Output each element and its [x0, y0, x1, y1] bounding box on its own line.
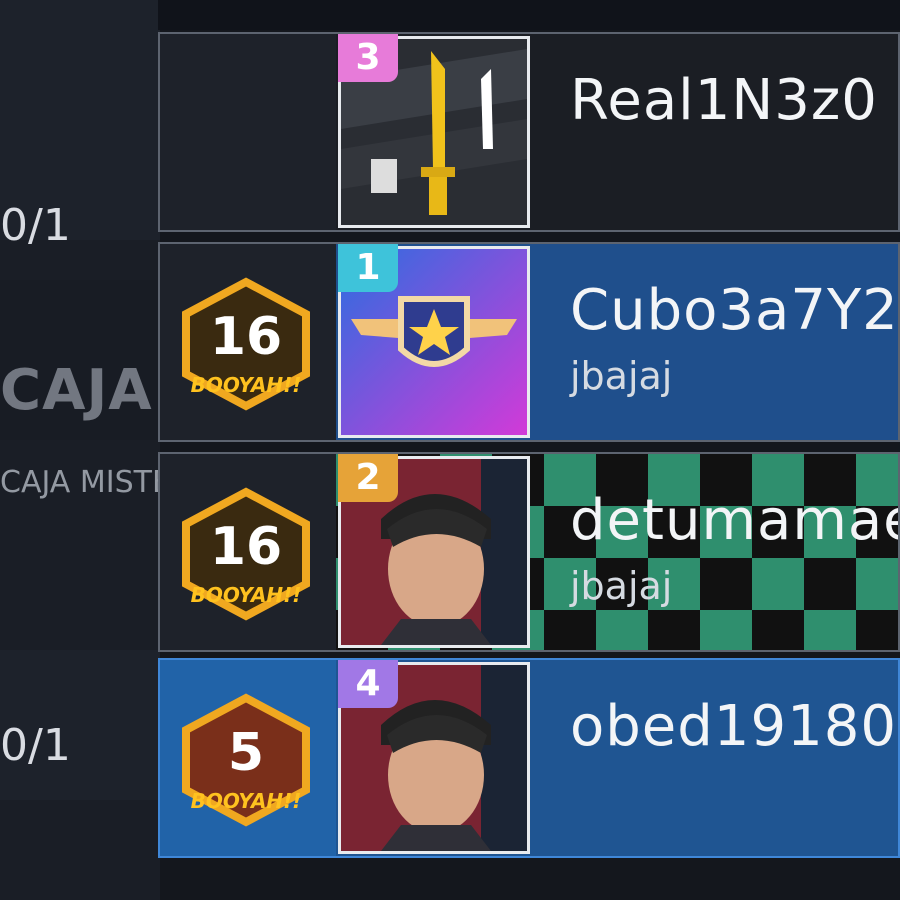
- stat-top-value: 0/1: [0, 200, 71, 251]
- player-name: Real1N3z0: [570, 68, 878, 133]
- booyah-count: 5: [228, 723, 264, 783]
- booyah-emblem-icon: 5 BOOYAH!!: [182, 693, 310, 827]
- booyah-emblem-icon: 16 BOOYAH!!: [182, 487, 310, 621]
- position-tag: 4: [338, 660, 398, 708]
- stat-bottom-value: 0/1: [0, 720, 71, 771]
- player-guild: jbajaj: [570, 564, 673, 608]
- left-panel: 0/1 0/1: [0, 0, 160, 900]
- player-row[interactable]: 5 BOOYAH!! 4 obed1918035: [158, 658, 900, 858]
- booyah-label: BOOYAH!!: [191, 789, 302, 813]
- player-row[interactable]: 16 BOOYAH!! 1 Cubo3a7Y2l5 jbajaj: [158, 242, 900, 442]
- rank-cell: 16 BOOYAH!!: [160, 454, 336, 650]
- player-row[interactable]: 3 Real1N3z0: [158, 32, 900, 232]
- booyah-badge: 5 BOOYAH!!: [170, 690, 322, 830]
- booyah-count: 16: [210, 517, 282, 577]
- player-row[interactable]: 16 BOOYAH!! 2 detumamaer jbajaj: [158, 452, 900, 652]
- top-bar: [158, 0, 900, 30]
- booyah-emblem-icon: 16 BOOYAH!!: [182, 277, 310, 411]
- player-name: detumamaer: [570, 488, 898, 553]
- rank-cell: 5 BOOYAH!!: [160, 660, 336, 856]
- booyah-label: BOOYAH!!: [191, 373, 302, 397]
- rank-cell: 16 BOOYAH!!: [160, 244, 336, 440]
- rank-cell: [160, 34, 336, 230]
- player-name: Cubo3a7Y2l5: [570, 278, 899, 343]
- position-tag: 2: [338, 454, 398, 502]
- player-guild: jbajaj: [570, 354, 673, 398]
- booyah-badge: 16 BOOYAH!!: [170, 484, 322, 624]
- position-tag: 3: [338, 34, 398, 82]
- booyah-label: BOOYAH!!: [191, 583, 302, 607]
- player-name: obed1918035: [570, 694, 898, 759]
- position-tag: 1: [338, 244, 398, 292]
- booyah-count: 16: [210, 307, 282, 367]
- booyah-badge: 16 BOOYAH!!: [170, 274, 322, 414]
